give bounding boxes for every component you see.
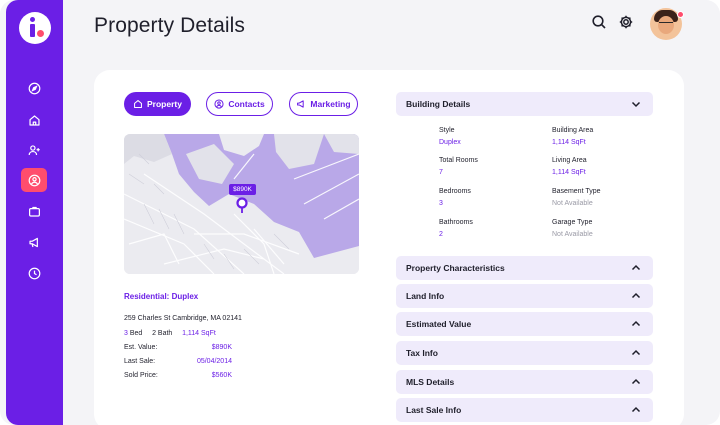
sidebar (6, 0, 63, 425)
accordion-mls-details[interactable]: MLS Details (396, 370, 653, 394)
accordion-last-sale-info[interactable]: Last Sale Info (396, 398, 653, 422)
page-title: Property Details (94, 14, 245, 37)
chevron-up-icon (631, 406, 641, 413)
accordion-title: MLS Details (406, 377, 455, 387)
property-specs: 3 Bed 2 Bath 1,114 SqFt (124, 330, 216, 337)
home-icon[interactable] (21, 108, 47, 132)
chevron-up-icon (631, 378, 641, 385)
notification-dot (677, 11, 684, 18)
chevron-up-icon (631, 264, 641, 271)
accordion-tax-info[interactable]: Tax Info (396, 341, 653, 365)
app-logo[interactable] (19, 12, 51, 44)
app-frame: Property Details Property Contacts Marke… (0, 0, 720, 425)
accordion-property-characteristics[interactable]: Property Characteristics (396, 256, 653, 280)
last-sale-row: Last Sale: 05/04/2014 (124, 358, 232, 365)
field-label: Basement Type (552, 188, 601, 195)
tab-property[interactable]: Property (124, 92, 191, 116)
field-value: Duplex (439, 139, 461, 146)
accordion-title: Land Info (406, 291, 445, 301)
tab-contacts[interactable]: Contacts (206, 92, 273, 116)
field-label: Total Rooms (439, 157, 478, 164)
map-pin-icon[interactable] (236, 197, 248, 214)
accordion-land-info[interactable]: Land Info (396, 284, 653, 308)
search-icon[interactable] (591, 14, 607, 30)
field-label: Living Area (552, 157, 587, 164)
accordion-estimated-value[interactable]: Estimated Value (396, 312, 653, 336)
field-value: Not Available (552, 200, 593, 207)
compass-icon[interactable] (21, 76, 47, 100)
tab-marketing-label: Marketing (310, 99, 351, 109)
beds-count: 3 (124, 330, 128, 337)
megaphone-icon (297, 100, 305, 108)
field-value: 3 (439, 200, 443, 207)
price-pin-label[interactable]: $890K (229, 184, 256, 195)
accordion-title: Last Sale Info (406, 405, 462, 415)
user-circle-icon[interactable] (21, 168, 47, 192)
accordion-title: Property Characteristics (406, 263, 505, 273)
baths-count: 2 (152, 330, 156, 337)
gear-icon[interactable] (618, 14, 634, 30)
sold-price-row: Sold Price: $560K (124, 372, 232, 379)
chevron-up-icon (631, 320, 641, 327)
field-value: 2 (439, 231, 443, 238)
sold-price-value: $560K (211, 372, 232, 379)
briefcase-icon[interactable] (21, 199, 47, 223)
tab-contacts-label: Contacts (228, 99, 265, 109)
chevron-down-icon (631, 101, 641, 108)
accordion-title: Building Details (406, 99, 471, 109)
field-label: Garage Type (552, 219, 593, 226)
clock-icon[interactable] (21, 261, 47, 285)
tab-property-label: Property (147, 99, 182, 109)
property-address: 259 Charles St Cambridge, MA 02141 (124, 315, 242, 322)
baths-label: Bath (157, 330, 173, 337)
user-plus-icon[interactable] (21, 138, 47, 162)
field-label: Bedrooms (439, 188, 471, 195)
field-label: Style (439, 127, 455, 134)
field-label: Building Area (552, 127, 594, 134)
field-value: 1,114 SqFt (552, 139, 586, 146)
tab-marketing[interactable]: Marketing (289, 92, 358, 116)
property-type: Residential: Duplex (124, 292, 199, 301)
field-value: 1,114 SqFt (552, 169, 586, 176)
area-value: 1,114 SqFt (182, 330, 216, 337)
est-value: $890K (211, 344, 232, 351)
est-value-row: Est. Value: $890K (124, 344, 232, 351)
megaphone-icon[interactable] (21, 230, 47, 254)
last-sale-label: Last Sale: (124, 358, 156, 365)
chevron-up-icon (631, 349, 641, 356)
beds-label: Bed (129, 330, 143, 337)
accordion-title: Estimated Value (406, 319, 472, 329)
accordion-building-details[interactable]: Building Details (396, 92, 653, 116)
user-circle-icon (214, 99, 224, 109)
field-value: Not Available (552, 231, 593, 238)
field-value: 7 (439, 169, 443, 176)
chevron-up-icon (631, 292, 641, 299)
home-icon (134, 100, 142, 108)
est-value-label: Est. Value: (124, 344, 158, 351)
accordion-title: Tax Info (406, 348, 438, 358)
last-sale-value: 05/04/2014 (196, 358, 232, 365)
field-label: Bathrooms (439, 219, 473, 226)
sold-price-label: Sold Price: (124, 372, 158, 379)
